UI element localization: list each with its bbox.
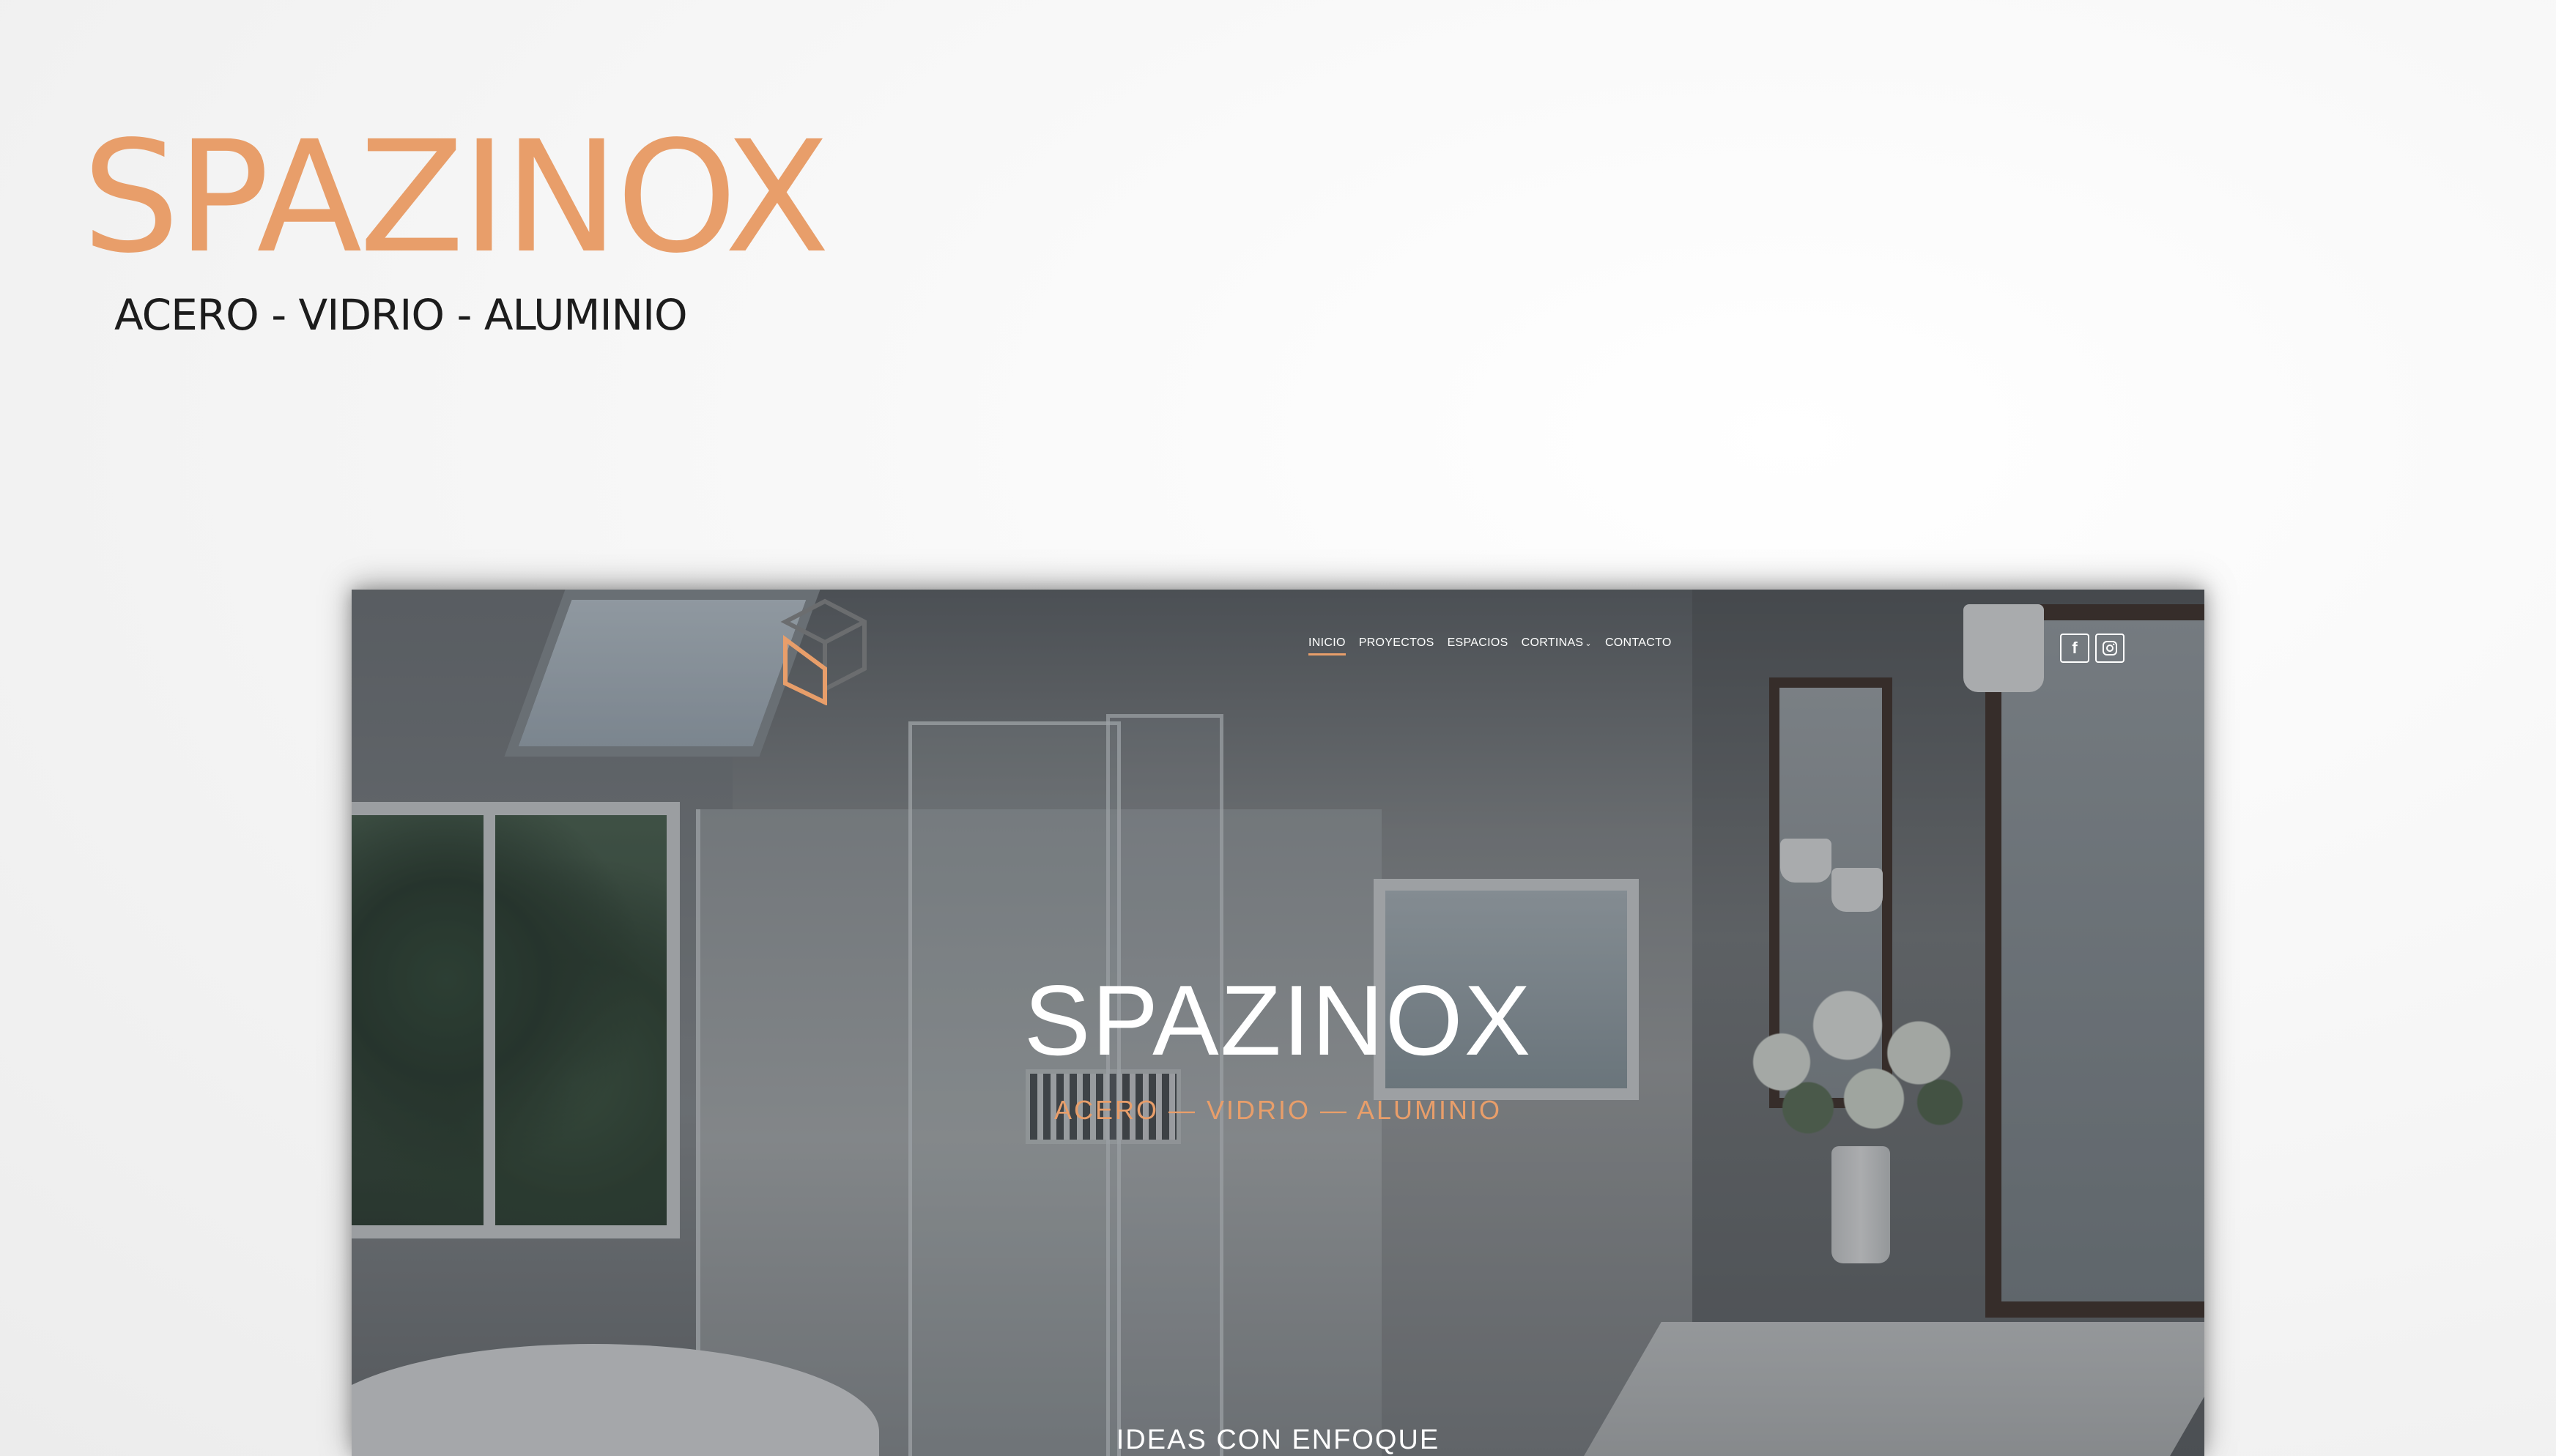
nav-item-proyectos[interactable]: PROYECTOS xyxy=(1359,636,1434,655)
nav-item-inicio[interactable]: INICIO xyxy=(1308,636,1346,655)
nav-item-cortinas-label: CORTINAS xyxy=(1521,636,1584,649)
website-preview: INICIO PROYECTOS ESPACIOS CORTINAS ⌄ CONT… xyxy=(352,590,2204,1456)
brand-tagline: ACERO - VIDRIO - ALUMINIO xyxy=(114,290,688,340)
hero-subtitle: ACERO — VIDRIO — ALUMINIO xyxy=(1053,1095,1503,1125)
facebook-icon: f xyxy=(2072,639,2078,657)
hero-title: SPAZINOX xyxy=(1023,965,1533,1076)
instagram-icon xyxy=(2103,641,2117,655)
brand-title: SPAZINOX xyxy=(82,108,830,287)
site-logo-icon[interactable] xyxy=(778,595,872,705)
nav-item-contacto[interactable]: CONTACTO xyxy=(1605,636,1672,655)
chevron-down-icon: ⌄ xyxy=(1585,639,1592,648)
social-links: f xyxy=(2060,634,2125,663)
hero-section-heading: IDEAS CON ENFOQUE xyxy=(1116,1425,1440,1455)
facebook-button[interactable]: f xyxy=(2060,634,2089,663)
brand-block: SPAZINOX ACERO - VIDRIO - ALUMINIO xyxy=(82,108,830,340)
nav-item-espacios[interactable]: ESPACIOS xyxy=(1448,636,1508,655)
main-nav: INICIO PROYECTOS ESPACIOS CORTINAS ⌄ CONT… xyxy=(1308,636,1672,655)
nav-item-cortinas[interactable]: CORTINAS ⌄ xyxy=(1522,636,1592,655)
instagram-button[interactable] xyxy=(2095,634,2125,663)
